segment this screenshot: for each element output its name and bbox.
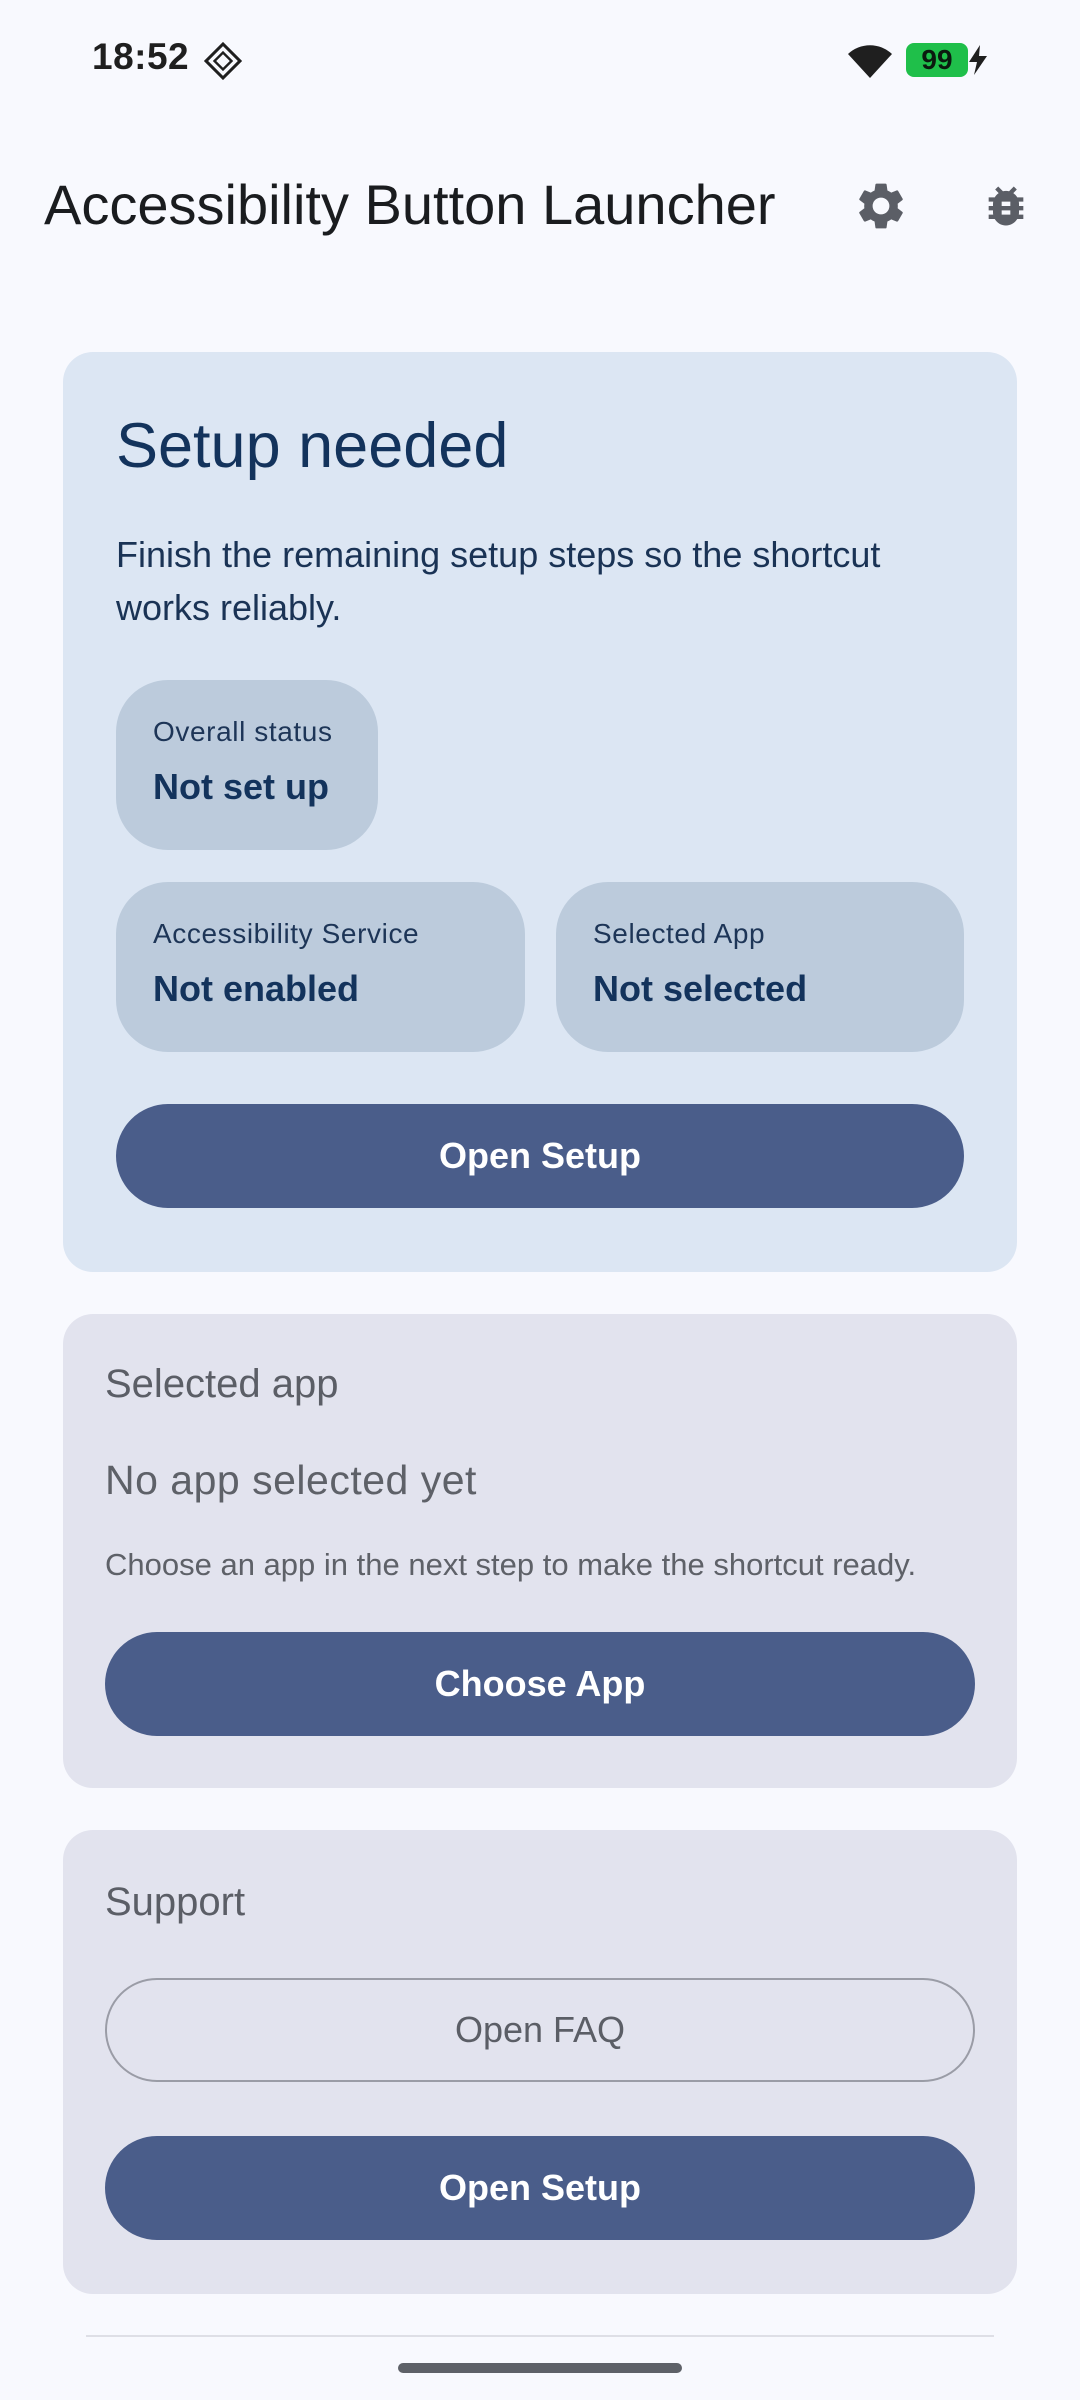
selected-app-chip: Selected App Not selected bbox=[556, 882, 964, 1052]
support-card: Support Open FAQ Open Setup bbox=[63, 1830, 1017, 2294]
top-app-bar: Accessibility Button Launcher bbox=[0, 160, 1080, 250]
accessibility-service-label: Accessibility Service bbox=[153, 918, 420, 949]
selected-app-hint: Choose an app in the next step to make t… bbox=[105, 1547, 917, 1582]
settings-button[interactable] bbox=[845, 170, 917, 242]
setup-description: Finish the remaining setup steps so the … bbox=[116, 534, 881, 628]
bug-icon bbox=[988, 186, 1024, 226]
setup-status-card: Setup needed Finish the remaining setup … bbox=[63, 352, 1017, 1272]
notification-icon bbox=[203, 41, 243, 81]
status-time: 18:52 bbox=[92, 36, 190, 77]
setup-title: Setup needed bbox=[116, 411, 509, 481]
overall-status-label: Overall status bbox=[153, 716, 333, 747]
bottom-divider bbox=[86, 2335, 994, 2337]
overall-status-value: Not set up bbox=[153, 766, 329, 807]
charging-bolt-icon bbox=[966, 44, 990, 76]
settings-icon bbox=[859, 183, 903, 229]
debug-button[interactable] bbox=[970, 170, 1042, 242]
open-faq-button[interactable]: Open FAQ bbox=[105, 1978, 975, 2082]
selected-app-empty-text: No app selected yet bbox=[105, 1457, 477, 1503]
open-setup-button[interactable]: Open Setup bbox=[116, 1104, 964, 1208]
accessibility-service-chip: Accessibility Service Not enabled bbox=[116, 882, 525, 1052]
selected-app-card: Selected app No app selected yet Choose … bbox=[63, 1314, 1017, 1788]
status-bar: 18:52 99 bbox=[0, 0, 1080, 122]
accessibility-service-value: Not enabled bbox=[153, 968, 360, 1009]
choose-app-button[interactable]: Choose App bbox=[105, 1632, 975, 1736]
home-indicator[interactable] bbox=[398, 2363, 682, 2373]
overall-status-chip: Overall status Not set up bbox=[116, 680, 378, 850]
app-title: Accessibility Button Launcher bbox=[44, 173, 776, 236]
support-open-setup-button[interactable]: Open Setup bbox=[105, 2136, 975, 2240]
support-title: Support bbox=[105, 1880, 246, 1924]
battery-level: 99 bbox=[921, 44, 953, 75]
wifi-icon bbox=[845, 42, 895, 80]
selected-app-label: Selected App bbox=[593, 918, 766, 949]
selected-app-title: Selected app bbox=[105, 1362, 339, 1406]
selected-app-value: Not selected bbox=[593, 968, 808, 1009]
battery-icon: 99 bbox=[906, 43, 968, 77]
